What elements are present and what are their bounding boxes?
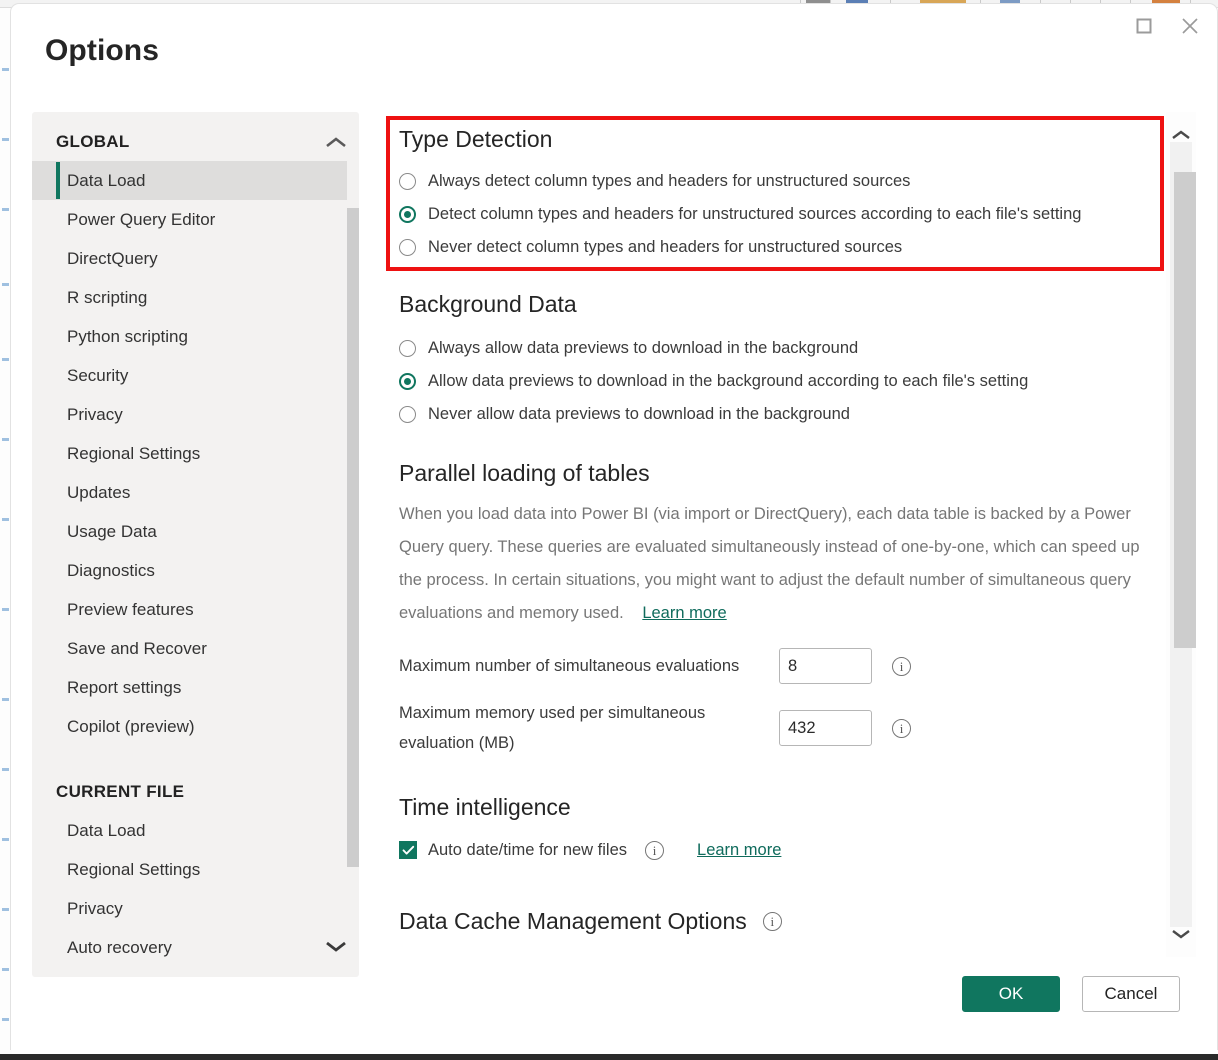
content-scrollbar-thumb[interactable] bbox=[1174, 172, 1196, 648]
max-simultaneous-evaluations-label: Maximum number of simultaneous evaluatio… bbox=[399, 651, 779, 681]
options-content-pane: Type Detection Always detect column type… bbox=[383, 112, 1168, 957]
parallel-loading-heading: Parallel loading of tables bbox=[399, 460, 1168, 487]
info-icon[interactable]: i bbox=[645, 841, 664, 860]
sidebar-item-privacy-current-file[interactable]: Privacy bbox=[32, 889, 347, 928]
max-simultaneous-evaluations-input[interactable] bbox=[779, 648, 872, 684]
sidebar-list: GLOBAL Data Load Power Query Editor Dire… bbox=[32, 112, 347, 967]
sidebar-item-diagnostics[interactable]: Diagnostics bbox=[32, 551, 347, 590]
time-intelligence-heading: Time intelligence bbox=[399, 794, 1168, 821]
radio-icon-unselected bbox=[399, 173, 416, 190]
sidebar-item-auto-recovery[interactable]: Auto recovery bbox=[32, 928, 347, 967]
sidebar-item-label: Privacy bbox=[67, 899, 123, 919]
sidebar-item-label: R scripting bbox=[67, 288, 147, 308]
radio-type-detection-never[interactable]: Never detect column types and headers fo… bbox=[399, 231, 1168, 264]
sidebar-item-usage-data[interactable]: Usage Data bbox=[32, 512, 347, 551]
parallel-loading-description: When you load data into Power BI (via im… bbox=[399, 505, 1140, 622]
sidebar-group-header-global: GLOBAL bbox=[32, 132, 347, 152]
sidebar-item-copilot-preview[interactable]: Copilot (preview) bbox=[32, 707, 347, 746]
radio-icon-unselected bbox=[399, 406, 416, 423]
radio-icon-selected bbox=[399, 373, 416, 390]
ok-button[interactable]: OK bbox=[962, 976, 1060, 1012]
cancel-button[interactable]: Cancel bbox=[1082, 976, 1180, 1012]
maximize-icon[interactable] bbox=[1121, 8, 1167, 44]
sidebar-item-label: Regional Settings bbox=[67, 860, 200, 880]
sidebar-item-label: Data Load bbox=[67, 171, 145, 191]
radio-type-detection-per-file[interactable]: Detect column types and headers for unst… bbox=[399, 198, 1168, 231]
sidebar-item-label: Power Query Editor bbox=[67, 210, 215, 230]
options-dialog: Options GLOBAL Data Load Power Query Edi… bbox=[10, 3, 1218, 1050]
radio-icon-unselected bbox=[399, 340, 416, 357]
close-icon[interactable] bbox=[1167, 8, 1213, 44]
background-bottom-strip bbox=[0, 1054, 1218, 1060]
sidebar-item-label: Data Load bbox=[67, 821, 145, 841]
sidebar-item-label: Usage Data bbox=[67, 522, 157, 542]
sidebar-item-label: Updates bbox=[67, 483, 130, 503]
sidebar-item-preview-features[interactable]: Preview features bbox=[32, 590, 347, 629]
sidebar-item-label: Python scripting bbox=[67, 327, 188, 347]
auto-date-time-checkbox[interactable] bbox=[399, 841, 417, 859]
sidebar-item-label: Diagnostics bbox=[67, 561, 155, 581]
sidebar-item-data-load-global[interactable]: Data Load bbox=[32, 161, 347, 200]
options-sidebar: GLOBAL Data Load Power Query Editor Dire… bbox=[32, 112, 359, 977]
window-controls bbox=[1121, 8, 1213, 44]
data-cache-management-heading: Data Cache Management Options bbox=[399, 908, 747, 935]
page-title: Options bbox=[45, 34, 159, 68]
radio-background-data-always[interactable]: Always allow data previews to download i… bbox=[399, 332, 1168, 365]
dialog-footer: OK Cancel bbox=[962, 976, 1180, 1012]
sidebar-item-label: Copilot (preview) bbox=[67, 717, 195, 737]
sidebar-item-security[interactable]: Security bbox=[32, 356, 347, 395]
sidebar-item-data-load-current-file[interactable]: Data Load bbox=[32, 811, 347, 850]
sidebar-group-header-current-file: CURRENT FILE bbox=[32, 782, 347, 802]
sidebar-item-updates[interactable]: Updates bbox=[32, 473, 347, 512]
sidebar-scrollbar-thumb[interactable] bbox=[347, 208, 359, 867]
content-scrollbar[interactable] bbox=[1166, 112, 1196, 957]
sidebar-item-label: Privacy bbox=[67, 405, 123, 425]
info-icon[interactable]: i bbox=[892, 719, 911, 738]
sidebar-item-power-query-editor[interactable]: Power Query Editor bbox=[32, 200, 347, 239]
radio-background-data-per-file[interactable]: Allow data previews to download in the b… bbox=[399, 365, 1168, 398]
info-icon[interactable]: i bbox=[892, 657, 911, 676]
sidebar-item-r-scripting[interactable]: R scripting bbox=[32, 278, 347, 317]
sidebar-item-directquery[interactable]: DirectQuery bbox=[32, 239, 347, 278]
sidebar-item-save-and-recover[interactable]: Save and Recover bbox=[32, 629, 347, 668]
type-detection-heading: Type Detection bbox=[399, 126, 1168, 153]
radio-icon-unselected bbox=[399, 239, 416, 256]
sidebar-item-label: Preview features bbox=[67, 600, 194, 620]
sidebar-item-label: Auto recovery bbox=[67, 938, 172, 958]
radio-background-data-never[interactable]: Never allow data previews to download in… bbox=[399, 398, 1168, 431]
sidebar-item-label: Report settings bbox=[67, 678, 181, 698]
info-icon[interactable]: i bbox=[763, 912, 782, 931]
auto-date-time-label: Auto date/time for new files bbox=[428, 835, 627, 865]
dialog-title-bar: Options bbox=[11, 4, 1217, 104]
sidebar-item-privacy-global[interactable]: Privacy bbox=[32, 395, 347, 434]
time-intelligence-learn-more-link[interactable]: Learn more bbox=[697, 841, 781, 860]
content-scrollbar-track[interactable] bbox=[1170, 142, 1192, 927]
scroll-down-icon[interactable] bbox=[1166, 919, 1196, 949]
radio-type-detection-always[interactable]: Always detect column types and headers f… bbox=[399, 165, 1168, 198]
parallel-loading-learn-more-link[interactable]: Learn more bbox=[642, 604, 726, 622]
sidebar-item-label: Regional Settings bbox=[67, 444, 200, 464]
sidebar-scrollbar-track[interactable] bbox=[347, 160, 359, 943]
sidebar-item-report-settings[interactable]: Report settings bbox=[32, 668, 347, 707]
sidebar-item-python-scripting[interactable]: Python scripting bbox=[32, 317, 347, 356]
max-memory-per-evaluation-input[interactable] bbox=[779, 710, 872, 746]
sidebar-item-regional-settings-global[interactable]: Regional Settings bbox=[32, 434, 347, 473]
background-data-heading: Background Data bbox=[399, 291, 1168, 318]
sidebar-item-regional-settings-current-file[interactable]: Regional Settings bbox=[32, 850, 347, 889]
max-memory-per-evaluation-label: Maximum memory used per simultaneous eva… bbox=[399, 698, 779, 758]
sidebar-item-label: Save and Recover bbox=[67, 639, 207, 659]
radio-icon-selected bbox=[399, 206, 416, 223]
sidebar-item-label: DirectQuery bbox=[67, 249, 158, 269]
parallel-loading-description-block: When you load data into Power BI (via im… bbox=[399, 498, 1159, 630]
sidebar-item-label: Security bbox=[67, 366, 128, 386]
